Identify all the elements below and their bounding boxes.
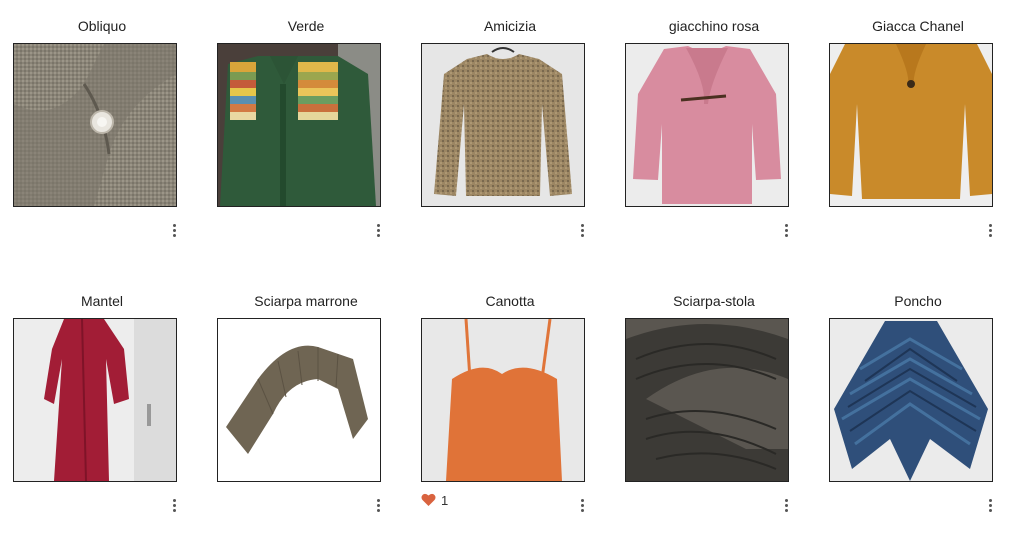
grid-item-sciarpa-marrone[interactable]: Sciarpa marrone (204, 275, 408, 515)
like-count: 1 (441, 492, 449, 508)
knit-poncho-blue-image (830, 319, 992, 481)
item-thumbnail[interactable] (421, 318, 585, 482)
knit-sweater-beige-image (422, 44, 584, 206)
more-options-icon[interactable] (164, 494, 184, 516)
more-options-icon[interactable] (572, 219, 592, 241)
item-title[interactable]: Obliquo (0, 17, 204, 35)
knit-jacket-mustard-image (830, 44, 992, 206)
more-options-icon[interactable] (572, 494, 592, 516)
more-options-icon[interactable] (980, 219, 1000, 241)
more-options-icon[interactable] (776, 494, 796, 516)
item-title[interactable]: Mantel (0, 292, 204, 310)
item-title[interactable]: Canotta (408, 292, 612, 310)
grid-item-verde[interactable]: Verde (204, 0, 408, 240)
item-thumbnail[interactable] (421, 43, 585, 207)
more-options-icon[interactable] (980, 494, 1000, 516)
item-title[interactable]: Sciarpa-stola (612, 292, 816, 310)
grid-item-poncho[interactable]: Poncho (816, 275, 1020, 515)
more-options-icon[interactable] (776, 219, 796, 241)
item-thumbnail[interactable] (217, 318, 381, 482)
item-thumbnail[interactable] (13, 318, 177, 482)
item-title[interactable]: Amicizia (408, 17, 612, 35)
more-options-icon[interactable] (368, 219, 388, 241)
grid-item-mantel[interactable]: Mantel (0, 275, 204, 515)
item-title[interactable]: Giacca Chanel (816, 17, 1020, 35)
item-thumbnail[interactable] (217, 43, 381, 207)
knit-cardigan-pink-image (626, 44, 788, 206)
heart-icon (421, 493, 436, 506)
knit-coat-red-image (14, 319, 176, 481)
item-thumbnail[interactable] (829, 43, 993, 207)
grid-item-sciarpa-stola[interactable]: Sciarpa-stola (612, 275, 816, 515)
item-thumbnail[interactable] (13, 43, 177, 207)
knit-cardigan-green-image (218, 44, 380, 206)
more-options-icon[interactable] (164, 219, 184, 241)
item-thumbnail[interactable] (625, 43, 789, 207)
like-button[interactable]: 1 (421, 490, 448, 510)
more-options-icon[interactable] (368, 494, 388, 516)
item-title[interactable]: Poncho (816, 292, 1020, 310)
knit-cardigan-gray-image (14, 44, 176, 206)
item-title[interactable]: giacchino rosa (612, 17, 816, 35)
item-thumbnail[interactable] (829, 318, 993, 482)
grid-item-giacca-chanel[interactable]: Giacca Chanel (816, 0, 1020, 240)
knit-stole-dark-image (626, 319, 788, 481)
item-title[interactable]: Verde (204, 17, 408, 35)
knit-scarf-brown-image (218, 319, 380, 481)
item-thumbnail[interactable] (625, 318, 789, 482)
grid-item-canotta[interactable]: Canotta 1 (408, 275, 612, 515)
grid-item-obliquo[interactable]: Obliquo (0, 0, 204, 240)
grid-item-giacchino-rosa[interactable]: giacchino rosa (612, 0, 816, 240)
grid-item-amicizia[interactable]: Amicizia (408, 0, 612, 240)
item-title[interactable]: Sciarpa marrone (204, 292, 408, 310)
knit-tank-top-orange-image (422, 319, 584, 481)
